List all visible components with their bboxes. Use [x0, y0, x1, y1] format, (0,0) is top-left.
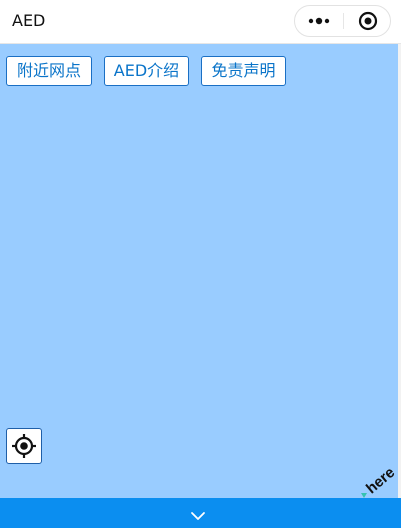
more-dots-icon: [308, 17, 330, 25]
tab-disclaimer[interactable]: 免责声明: [201, 56, 286, 86]
close-button[interactable]: [344, 6, 390, 36]
locate-button[interactable]: [6, 428, 42, 464]
bottom-panel-toggle[interactable]: [0, 498, 401, 528]
crosshair-icon: [12, 434, 36, 458]
more-button[interactable]: [295, 6, 343, 36]
here-logo: here: [358, 460, 400, 500]
page-title: AED: [12, 11, 46, 30]
tab-nearby-sites[interactable]: 附近网点: [6, 56, 92, 86]
close-circle-icon: [358, 11, 378, 31]
capsule-menu: [294, 5, 391, 37]
svg-text:here: here: [363, 464, 398, 497]
tab-aed-intro[interactable]: AED介绍: [104, 56, 189, 86]
map-view[interactable]: 附近网点 AED介绍 免责声明 here: [0, 44, 401, 498]
chevron-down-icon: [191, 512, 205, 520]
title-bar: AED: [0, 0, 401, 44]
